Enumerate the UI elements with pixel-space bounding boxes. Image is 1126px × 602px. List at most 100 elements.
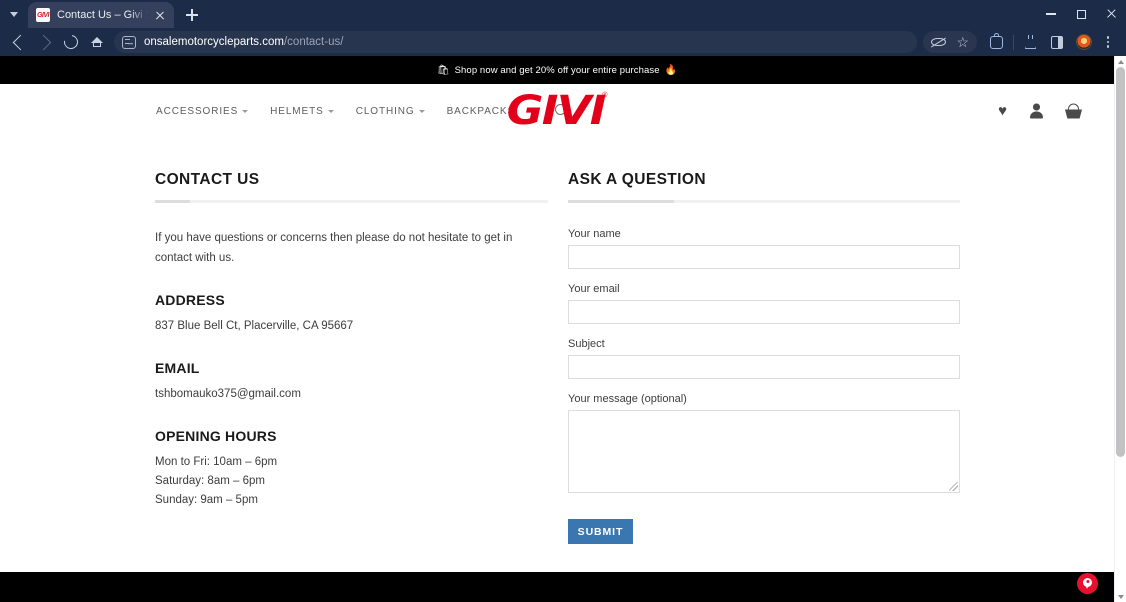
browser-toolbar: onsalemotorcycleparts.com/contact-us/ ☆ (0, 28, 1126, 56)
hours-weekday: Mon to Fri: 10am – 6pm (155, 455, 278, 468)
flask-icon[interactable] (1024, 35, 1037, 49)
email-value[interactable]: tshbomauko375@gmail.com (155, 386, 548, 404)
email-heading: EMAIL (155, 360, 200, 377)
contact-intro-text: If you have questions or concerns then p… (155, 232, 513, 265)
new-tab-button[interactable] (178, 2, 206, 28)
contact-info-column: CONTACT US If you have questions or conc… (155, 171, 548, 544)
nav-item-clothing[interactable]: CLOTHING (356, 106, 425, 117)
scrollbar-thumb[interactable] (1116, 67, 1125, 457)
page-viewport: 🛍 Shop now and get 20% off your entire p… (0, 56, 1114, 602)
page-scrollbar[interactable] (1114, 56, 1126, 602)
toolbar-actions: ☆ (923, 31, 1120, 53)
home-button[interactable] (84, 29, 110, 55)
back-button[interactable] (6, 29, 32, 55)
address-heading: ADDRESS (155, 292, 225, 309)
plus-icon (186, 9, 198, 21)
your-message-label: Your message (optional) (568, 393, 687, 405)
nav-label: ACCESSORIES (156, 105, 239, 117)
minimize-icon (1046, 13, 1056, 15)
tab-search-button[interactable] (0, 0, 28, 28)
chevron-down-icon (327, 110, 334, 113)
eye-slash-icon[interactable] (931, 37, 947, 48)
kebab-menu-icon[interactable] (1100, 36, 1116, 48)
site-settings-icon[interactable] (122, 35, 136, 49)
location-pin-badge[interactable] (1077, 573, 1098, 594)
nav-item-accessories[interactable]: ACCESSORIES (156, 105, 249, 117)
avatar-icon[interactable] (1076, 34, 1092, 50)
favicon-label: GIVI (36, 11, 50, 19)
reload-icon (61, 32, 81, 52)
hours-saturday: Saturday: 8am – 6pm (155, 475, 265, 488)
fire-icon: 🔥 (664, 64, 678, 76)
home-icon (91, 37, 103, 47)
chevron-down-icon (242, 110, 249, 113)
window-close-button[interactable] (1096, 0, 1126, 28)
your-name-label: Your name (568, 228, 621, 240)
your-message-textarea[interactable] (568, 410, 960, 493)
submit-button[interactable]: SUBMIT (568, 519, 633, 544)
message-textarea-wrapper (568, 410, 960, 493)
your-name-input[interactable] (568, 245, 960, 269)
reload-button[interactable] (58, 29, 84, 55)
form-title-underline (568, 200, 960, 203)
close-icon[interactable] (152, 7, 168, 23)
browser-window: GIVI Contact Us – Givi Sales Store – | o… (0, 0, 1126, 602)
back-arrow-icon (12, 34, 29, 50)
nav-label: HELMETS (270, 105, 324, 117)
toolbar-divider (1013, 34, 1014, 50)
nav-label: BACKPACKS (446, 105, 516, 117)
shopping-bag-icon: 🛍 (436, 64, 450, 76)
address-bar-url: onsalemotorcycleparts.com/contact-us/ (144, 36, 343, 48)
hours-sunday: Sunday: 9am – 5pm (155, 494, 258, 507)
promo-banner[interactable]: 🛍 Shop now and get 20% off your entire p… (0, 56, 1114, 84)
forward-arrow-icon (35, 34, 52, 50)
maximize-icon (1076, 9, 1086, 19)
nav-item-backpacks[interactable]: BACKPACKS (447, 106, 516, 117)
your-email-input[interactable] (568, 300, 960, 324)
givi-logo-favicon: GIVI (36, 8, 50, 22)
promo-banner-text: Shop now and get 20% off your entire pur… (454, 64, 660, 76)
chevron-down-icon (418, 110, 425, 113)
field-your-message: Your message (optional) (568, 393, 960, 493)
wishlist-heart-icon[interactable]: ♥ (998, 104, 1007, 119)
window-controls (1036, 0, 1126, 28)
page-title: CONTACT US (155, 171, 260, 188)
address-value: 837 Blue Bell Ct, Placerville, CA 95667 (155, 320, 354, 333)
logo-text: GIVI (506, 88, 607, 134)
minimize-button[interactable] (1036, 0, 1066, 28)
browser-tab-contact-us[interactable]: GIVI Contact Us – Givi Sales Store – | (28, 2, 174, 28)
scroll-down-arrow-icon[interactable] (1115, 591, 1126, 602)
subject-input[interactable] (568, 355, 960, 379)
site-logo[interactable]: GIVI ® (507, 91, 608, 131)
site-header: ACCESSORIES HELMETS CLOTHING BACKPACKS G… (0, 84, 1114, 138)
close-icon (1106, 9, 1117, 20)
chevron-down-icon (10, 11, 18, 17)
tab-strip: GIVI Contact Us – Givi Sales Store – | (0, 0, 1126, 28)
nav-label: CLOTHING (355, 105, 415, 117)
address-bar[interactable]: onsalemotorcycleparts.com/contact-us/ (114, 31, 918, 53)
cart-basket-icon[interactable] (1065, 103, 1082, 119)
field-your-email: Your email (568, 283, 960, 324)
page-content: CONTACT US If you have questions or conc… (0, 138, 1114, 544)
maximize-button[interactable] (1066, 0, 1096, 28)
url-domain: onsalemotorcycleparts.com (144, 36, 284, 48)
url-path: /contact-us/ (283, 36, 344, 48)
star-icon[interactable]: ☆ (956, 35, 969, 49)
opening-hours-heading: OPENING HOURS (155, 427, 277, 444)
ask-question-form-column: ASK A QUESTION Your name Your email Subj… (568, 171, 960, 544)
tab-title: Contact Us – Givi Sales Store – | (57, 9, 150, 21)
extensions-puzzle-icon[interactable] (990, 32, 1003, 49)
title-underline (155, 200, 548, 203)
omnibox-actions: ☆ (923, 31, 977, 53)
subject-label: Subject (568, 338, 605, 350)
split-panel-icon[interactable] (1051, 35, 1063, 49)
form-title: ASK A QUESTION (568, 171, 706, 188)
account-user-icon[interactable] (1029, 103, 1043, 119)
site-footer (0, 572, 1114, 602)
field-your-name: Your name (568, 228, 960, 269)
scroll-up-arrow-icon[interactable] (1115, 56, 1126, 67)
nav-item-helmets[interactable]: HELMETS (270, 106, 334, 117)
your-email-label: Your email (568, 283, 620, 295)
header-action-icons: ♥ (998, 103, 1082, 119)
forward-button[interactable] (32, 29, 58, 55)
